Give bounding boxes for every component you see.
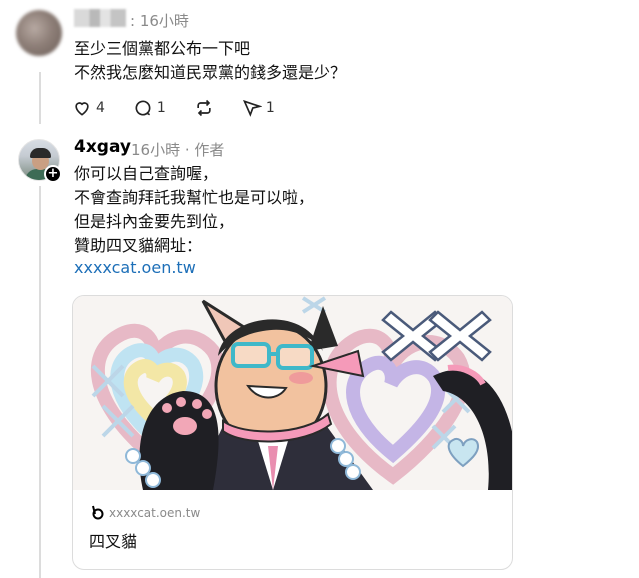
- post-text-line: 不然我怎麼知道民眾黨的錢多還是少？: [74, 63, 347, 82]
- link-preview-card[interactable]: xxxxcat.oen.tw 四叉貓: [72, 295, 513, 570]
- post-text-line: 但是抖內金要先到位，: [74, 212, 235, 231]
- post-body: 你可以自己查詢喔， 不會查詢拜託我幫忙也是可以啦， 但是抖內金要先到位， 贊助四…: [74, 162, 314, 258]
- reply-count: 1: [156, 100, 166, 116]
- heart-icon: [75, 102, 89, 116]
- link-preview-footer: xxxxcat.oen.tw 四叉貓: [73, 490, 512, 569]
- post-actions: 4 1 1: [72, 98, 303, 118]
- repost-icon: [197, 99, 211, 117]
- link-preview-title: 四叉貓: [89, 532, 138, 551]
- post-text-line: 不會查詢拜託我幫忙也是可以啦，: [74, 188, 315, 207]
- like-button[interactable]: 4: [72, 98, 105, 118]
- comment-icon: [135, 100, 151, 116]
- like-count: 4: [96, 100, 105, 116]
- username-blurred[interactable]: [74, 9, 126, 27]
- post-body: 至少三個黨都公布一下吧 不然我怎麼知道民眾黨的錢多還是少？: [74, 37, 346, 85]
- post-timestamp: : 16小時: [130, 12, 189, 30]
- thread-line: [39, 186, 41, 578]
- follow-plus-icon[interactable]: +: [44, 165, 62, 183]
- post-link[interactable]: xxxxcat.oen.tw: [74, 258, 196, 277]
- link-preview-domain: xxxxcat.oen.tw: [109, 506, 201, 520]
- thread-line: [39, 72, 41, 124]
- reply-button[interactable]: 1: [133, 98, 166, 118]
- repost-button[interactable]: [194, 98, 214, 118]
- avatar-blurred[interactable]: [16, 10, 62, 56]
- link-preview-image: [73, 296, 512, 490]
- post-text-line: 至少三個黨都公布一下吧: [74, 39, 251, 58]
- site-favicon-icon: [92, 505, 104, 520]
- post-text-line: 你可以自己查詢喔，: [74, 164, 219, 183]
- share-button[interactable]: 1: [242, 98, 275, 118]
- author-name[interactable]: 4xgay: [74, 137, 131, 157]
- post-timestamp-author: 16小時 · 作者: [131, 141, 225, 159]
- share-count: 1: [265, 100, 275, 116]
- share-icon: [242, 99, 262, 117]
- post-text-line: 贊助四叉貓網址：: [74, 236, 203, 255]
